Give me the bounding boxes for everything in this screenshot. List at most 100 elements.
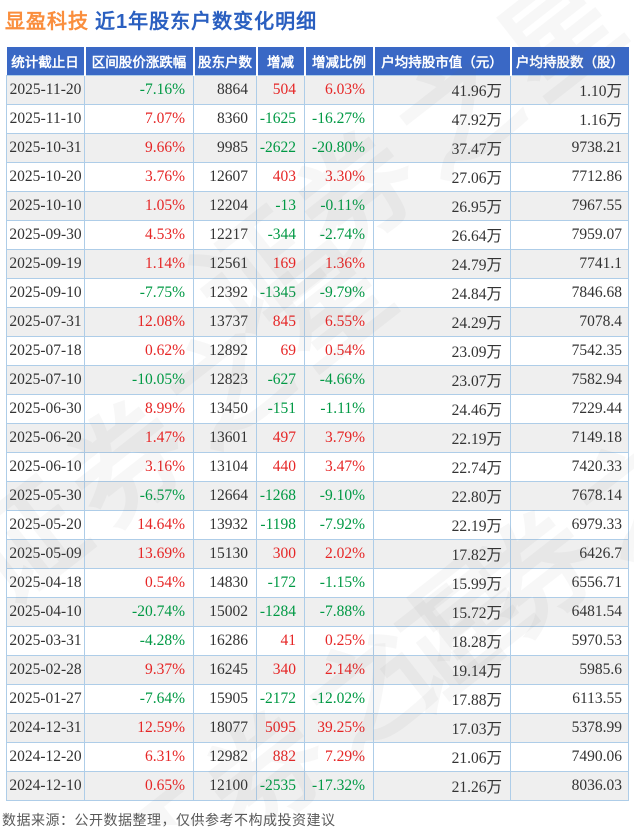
cell-avg-market-value: 18.28万: [373, 625, 511, 656]
cell-avg-market-value: 22.19万: [373, 422, 511, 453]
cell-avg-market-value: 15.72万: [373, 596, 511, 627]
cell-change-pct: -9.10%: [304, 480, 374, 511]
table-row: 2025-05-09 13.69% 15130 300 2.02% 17.82万 6426.…: [6, 538, 629, 569]
cell-date: 2024-12-31: [6, 712, 85, 743]
table-row: 2025-09-19 1.14% 12561 169 1.36% 24.79万 7741.1: [6, 248, 629, 279]
cell-avg-market-value: 22.74万: [373, 451, 511, 482]
table-row: 2025-10-10 1.05% 12204 -13 -0.11% 26.95万 7967.…: [6, 190, 629, 221]
cell-date: 2025-05-20: [6, 509, 85, 540]
cell-avg-market-value: 26.64万: [373, 219, 511, 250]
cell-change: 5095: [256, 712, 305, 743]
cell-price-change: -7.16%: [84, 74, 194, 105]
cell-avg-market-value: 37.47万: [373, 132, 511, 163]
cell-date: 2025-05-09: [6, 538, 85, 569]
cell-date: 2025-10-31: [6, 132, 85, 163]
cell-avg-market-value: 23.07万: [373, 364, 511, 395]
cell-avg-market-value: 15.99万: [373, 567, 511, 598]
cell-avg-market-value: 24.84万: [373, 277, 511, 308]
cell-avg-shares: 8036.03: [510, 770, 629, 801]
cell-change-pct: -4.66%: [304, 364, 374, 395]
cell-holders: 12607: [193, 161, 257, 192]
cell-avg-shares: 6556.71: [510, 567, 629, 598]
cell-avg-shares: 5378.99: [510, 712, 629, 743]
cell-avg-shares: 7712.86: [510, 161, 629, 192]
cell-avg-shares: 7678.14: [510, 480, 629, 511]
cell-change: -1198: [256, 509, 305, 540]
table-row: 2025-01-27 -7.64% 15905 -2172 -12.02% 17.88万 6…: [6, 683, 629, 714]
cell-change-pct: -9.79%: [304, 277, 374, 308]
cell-holders: 13932: [193, 509, 257, 540]
cell-holders: 12100: [193, 770, 257, 801]
cell-date: 2025-01-27: [6, 683, 85, 714]
cell-change-pct: -2.74%: [304, 219, 374, 250]
cell-change-pct: 3.47%: [304, 451, 374, 482]
cell-holders: 15905: [193, 683, 257, 714]
cell-price-change: -7.64%: [84, 683, 194, 714]
cell-price-change: -7.75%: [84, 277, 194, 308]
cell-price-change: 12.59%: [84, 712, 194, 743]
cell-avg-shares: 7149.18: [510, 422, 629, 453]
cell-avg-market-value: 47.92万: [373, 103, 511, 134]
cell-date: 2025-09-30: [6, 219, 85, 250]
cell-price-change: -4.28%: [84, 625, 194, 656]
cell-avg-shares: 7959.07: [510, 219, 629, 250]
cell-holders: 13450: [193, 393, 257, 424]
cell-avg-shares: 7078.4: [510, 306, 629, 337]
cell-change-pct: 6.03%: [304, 74, 374, 105]
cell-change-pct: -20.80%: [304, 132, 374, 163]
cell-price-change: -6.57%: [84, 480, 194, 511]
cell-change-pct: 0.54%: [304, 335, 374, 366]
table-row: 2025-07-18 0.62% 12892 69 0.54% 23.09万 7542.35: [6, 335, 629, 366]
cell-avg-market-value: 22.80万: [373, 480, 511, 511]
cell-price-change: 0.65%: [84, 770, 194, 801]
cell-date: 2025-09-10: [6, 277, 85, 308]
cell-change: 882: [256, 741, 305, 772]
cell-avg-shares: 7420.33: [510, 451, 629, 482]
cell-change-pct: 2.14%: [304, 654, 374, 685]
cell-holders: 12664: [193, 480, 257, 511]
cell-price-change: 8.99%: [84, 393, 194, 424]
cell-holders: 13104: [193, 451, 257, 482]
column-header: 股东户数: [193, 47, 258, 75]
cell-price-change: 7.07%: [84, 103, 194, 134]
cell-change-pct: 3.30%: [304, 161, 374, 192]
table-row: 2025-05-30 -6.57% 12664 -1268 -9.10% 22.80万 76…: [6, 480, 629, 511]
table-row: 2024-12-20 6.31% 12982 882 7.29% 21.06万 7490.0…: [6, 741, 629, 772]
cell-price-change: 3.76%: [84, 161, 194, 192]
table-row: 2025-03-31 -4.28% 16286 41 0.25% 18.28万 5970.5…: [6, 625, 629, 656]
table-row: 2025-10-20 3.76% 12607 403 3.30% 27.06万 7712.8…: [6, 161, 629, 192]
cell-avg-shares: 7846.68: [510, 277, 629, 308]
cell-avg-market-value: 17.82万: [373, 538, 511, 569]
table-row: 2025-11-10 7.07% 8360 -1625 -16.27% 47.92万 1.1…: [6, 103, 629, 134]
cell-avg-shares: 7741.1: [510, 248, 629, 279]
table-row: 2025-04-18 0.54% 14830 -172 -1.15% 15.99万 6556…: [6, 567, 629, 598]
column-header: 户均持股市值（元）: [373, 47, 512, 75]
cell-avg-shares: 6113.55: [510, 683, 629, 714]
cell-date: 2025-11-10: [6, 103, 85, 134]
cell-price-change: 0.62%: [84, 335, 194, 366]
cell-change: 440: [256, 451, 305, 482]
cell-avg-market-value: 23.09万: [373, 335, 511, 366]
cell-avg-shares: 7582.94: [510, 364, 629, 395]
cell-change-pct: -0.11%: [304, 190, 374, 221]
cell-change: 300: [256, 538, 305, 569]
cell-avg-shares: 5985.6: [510, 654, 629, 685]
column-header: 统计截止日: [6, 47, 86, 75]
cell-change: -2622: [256, 132, 305, 163]
page-title: 显盈科技 近1年股东户数变化明细: [0, 0, 634, 34]
cell-date: 2025-07-18: [6, 335, 85, 366]
column-header: 区间股价涨跌幅: [84, 47, 195, 75]
cell-avg-market-value: 41.96万: [373, 74, 511, 105]
table-row: 2025-06-30 8.99% 13450 -151 -1.11% 24.46万 7229…: [6, 393, 629, 424]
cell-change: 69: [256, 335, 305, 366]
header-row: 统计截止日 区间股价涨跌幅 股东户数 增减 增减比例 户均持股市值（元） 户均持股数（股）: [6, 47, 629, 75]
cell-holders: 12982: [193, 741, 257, 772]
cell-holders: 12561: [193, 248, 257, 279]
cell-avg-shares: 6426.7: [510, 538, 629, 569]
cell-change-pct: -16.27%: [304, 103, 374, 134]
table-row: 2025-07-31 12.08% 13737 845 6.55% 24.29万 7078.…: [6, 306, 629, 337]
cell-avg-shares: 7490.06: [510, 741, 629, 772]
cell-price-change: 6.31%: [84, 741, 194, 772]
table-row: 2024-12-31 12.59% 18077 5095 39.25% 17.03万 537…: [6, 712, 629, 743]
cell-change-pct: 6.55%: [304, 306, 374, 337]
